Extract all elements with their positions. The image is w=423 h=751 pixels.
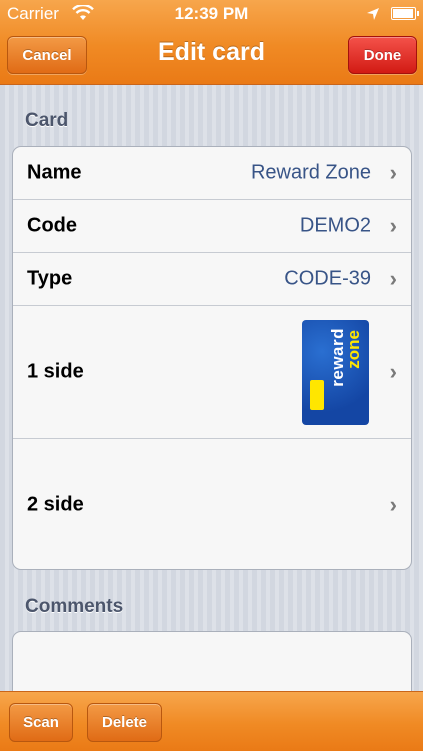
done-button[interactable]: Done xyxy=(348,36,417,74)
location-arrow-icon xyxy=(366,6,380,26)
comments-section-header: Comments xyxy=(25,596,124,617)
name-label: Name xyxy=(27,161,82,184)
type-label: Type xyxy=(27,267,73,290)
card-front-thumbnail: reward zone xyxy=(302,320,369,425)
code-label: Code xyxy=(27,214,77,237)
chevron-right-icon: › xyxy=(389,492,397,517)
card-text-zone: zone xyxy=(344,330,363,369)
code-value: DEMO2 xyxy=(299,214,371,237)
delete-button[interactable]: Delete xyxy=(87,703,162,742)
side-2-label: 2 side xyxy=(27,493,84,516)
card-details-group: Name Reward Zone › Code DEMO2 › Type COD… xyxy=(12,146,412,570)
navigation-bar: Carrier 12:39 PM Cancel Edit card Done xyxy=(0,0,423,85)
type-row[interactable]: Type CODE-39 › xyxy=(13,253,411,306)
clock: 12:39 PM xyxy=(174,4,249,23)
side-1-row[interactable]: 1 side reward zone › xyxy=(13,306,411,439)
side-1-label: 1 side xyxy=(27,360,84,383)
chevron-right-icon: › xyxy=(389,266,397,291)
name-value: Reward Zone xyxy=(250,161,371,184)
bottom-toolbar: Scan Delete xyxy=(0,691,423,751)
side-2-row[interactable]: 2 side › xyxy=(13,439,411,569)
best-buy-logo xyxy=(310,380,324,410)
code-row[interactable]: Code DEMO2 › xyxy=(13,200,411,253)
scan-button[interactable]: Scan xyxy=(9,703,73,742)
name-row[interactable]: Name Reward Zone › xyxy=(13,147,411,200)
status-bar: Carrier 12:39 PM xyxy=(0,0,423,28)
chevron-right-icon: › xyxy=(389,359,397,384)
battery-icon xyxy=(391,7,419,20)
type-value: CODE-39 xyxy=(284,267,371,290)
chevron-right-icon: › xyxy=(389,213,397,238)
card-section-header: Card xyxy=(25,110,69,131)
chevron-right-icon: › xyxy=(389,160,397,185)
